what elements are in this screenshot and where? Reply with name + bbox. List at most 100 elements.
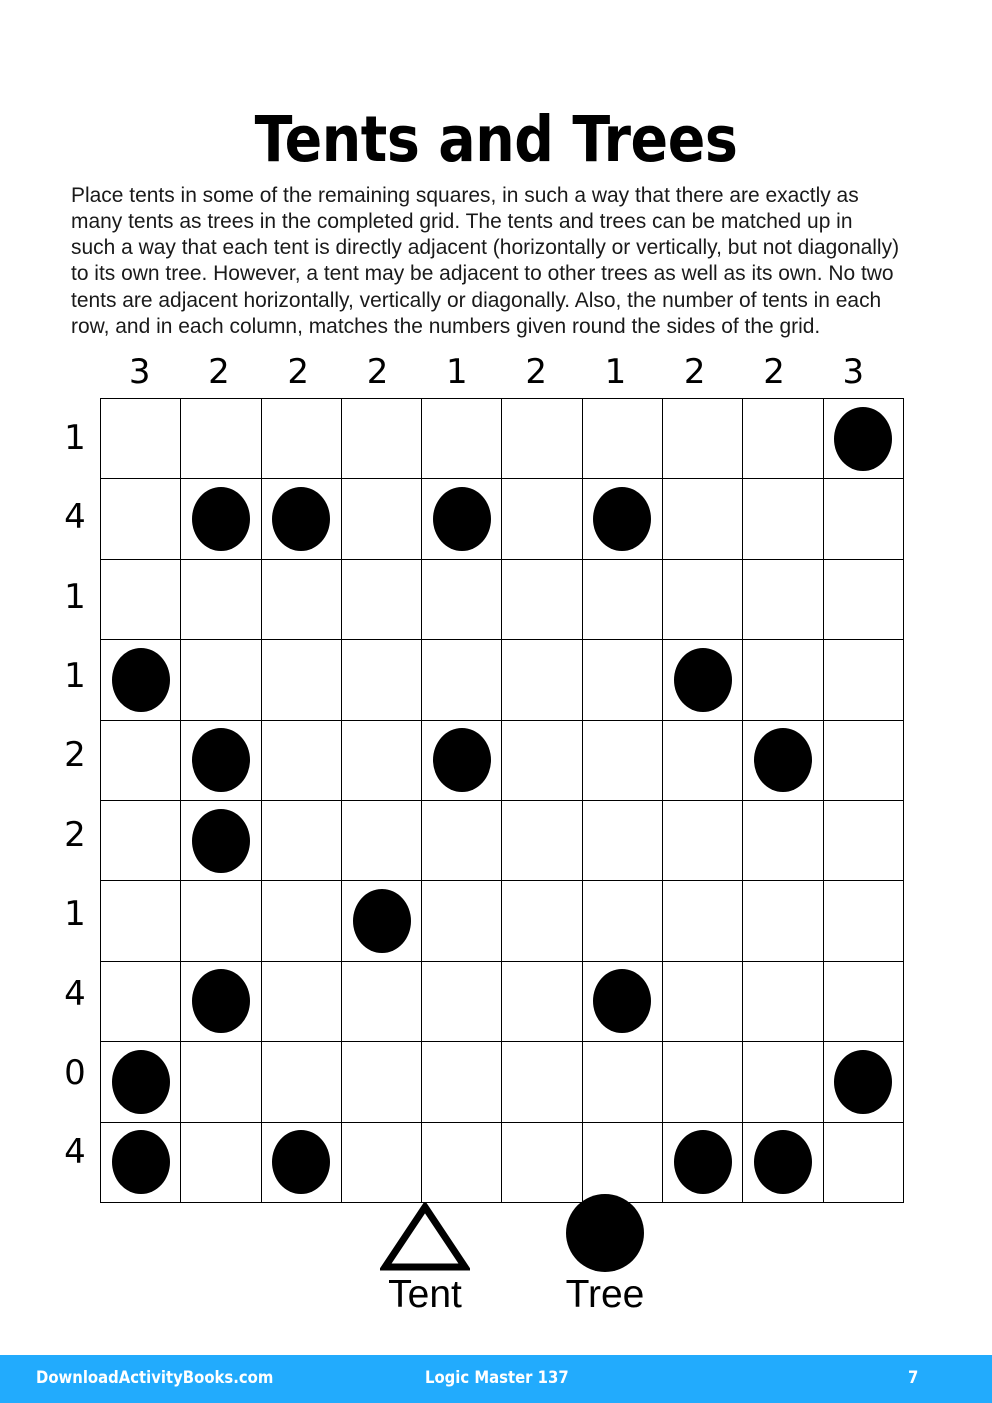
grid-cell-empty[interactable] xyxy=(581,799,664,882)
grid-cell-tree[interactable] xyxy=(742,719,824,801)
grid-cell-empty[interactable] xyxy=(822,799,904,882)
grid-cell-empty[interactable] xyxy=(340,719,423,801)
grid-cell-empty[interactable] xyxy=(340,639,423,721)
grid-cell-empty[interactable] xyxy=(340,558,423,641)
grid-cell-empty[interactable] xyxy=(260,558,342,641)
grid-cell-tree[interactable] xyxy=(180,478,262,560)
grid-cell-empty[interactable] xyxy=(99,799,182,882)
grid-cell-tree[interactable] xyxy=(662,1121,744,1203)
grid-cell-empty[interactable] xyxy=(581,639,664,721)
grid-cell-empty[interactable] xyxy=(501,1041,583,1123)
grid-cell-empty[interactable] xyxy=(99,478,182,560)
grid-cell-empty[interactable] xyxy=(662,799,744,882)
grid-cell-empty[interactable] xyxy=(99,397,182,480)
grid-cell-tree[interactable] xyxy=(260,478,342,560)
grid-cell-empty[interactable] xyxy=(742,960,824,1043)
grid-cell-tree[interactable] xyxy=(99,1041,182,1123)
grid-cell-empty[interactable] xyxy=(421,880,503,962)
grid-cell-empty[interactable] xyxy=(581,1041,664,1123)
grid-cell-empty[interactable] xyxy=(421,799,503,882)
grid-cell-empty[interactable] xyxy=(581,1121,664,1203)
grid-cell-empty[interactable] xyxy=(742,799,824,882)
grid-cell-empty[interactable] xyxy=(99,719,182,801)
grid-cell-empty[interactable] xyxy=(180,1121,262,1203)
grid-cell-empty[interactable] xyxy=(662,960,744,1043)
grid-cell-empty[interactable] xyxy=(340,397,423,480)
grid-cell-empty[interactable] xyxy=(180,558,262,641)
grid-cell-tree[interactable] xyxy=(99,639,182,721)
grid-cell-empty[interactable] xyxy=(822,478,904,560)
grid-cell-empty[interactable] xyxy=(180,397,262,480)
footer-site-name[interactable]: DownloadActivityBooks.com xyxy=(36,1367,273,1389)
grid-cell-tree[interactable] xyxy=(340,880,423,962)
grid-cell-tree[interactable] xyxy=(581,478,664,560)
grid-cell-empty[interactable] xyxy=(822,880,904,962)
grid-cell-empty[interactable] xyxy=(662,478,744,560)
grid-cell-tree[interactable] xyxy=(581,960,664,1043)
grid-cell-empty[interactable] xyxy=(501,799,583,882)
grid-cell-empty[interactable] xyxy=(421,1041,503,1123)
grid-cell-empty[interactable] xyxy=(260,397,342,480)
grid-cell-tree[interactable] xyxy=(421,478,503,560)
grid-cell-empty[interactable] xyxy=(501,880,583,962)
grid-cell-tree[interactable] xyxy=(421,719,503,801)
grid-cell-empty[interactable] xyxy=(581,397,664,480)
grid-cell-tree[interactable] xyxy=(822,1041,904,1123)
grid-cell-empty[interactable] xyxy=(742,880,824,962)
grid-cell-empty[interactable] xyxy=(421,960,503,1043)
grid-cell-tree[interactable] xyxy=(662,639,744,721)
grid-cell-tree[interactable] xyxy=(99,1121,182,1203)
grid-cell-empty[interactable] xyxy=(822,1121,904,1203)
grid-cell-empty[interactable] xyxy=(501,478,583,560)
grid-cell-tree[interactable] xyxy=(180,960,262,1043)
grid-cell-empty[interactable] xyxy=(421,397,503,480)
grid-cell-empty[interactable] xyxy=(340,1041,423,1123)
grid-cell-empty[interactable] xyxy=(501,558,583,641)
grid-cell-empty[interactable] xyxy=(822,639,904,721)
grid-cell-empty[interactable] xyxy=(662,1041,744,1123)
grid-cell-empty[interactable] xyxy=(99,880,182,962)
grid-cell-empty[interactable] xyxy=(421,1121,503,1203)
grid-cell-empty[interactable] xyxy=(260,719,342,801)
grid-cell-empty[interactable] xyxy=(260,639,342,721)
grid-cell-tree[interactable] xyxy=(742,1121,824,1203)
grid-cell-empty[interactable] xyxy=(662,558,744,641)
grid-cell-empty[interactable] xyxy=(822,558,904,641)
grid-cell-empty[interactable] xyxy=(501,960,583,1043)
grid-cell-empty[interactable] xyxy=(99,558,182,641)
grid-cell-empty[interactable] xyxy=(501,397,583,480)
grid-cell-empty[interactable] xyxy=(260,880,342,962)
grid-cell-empty[interactable] xyxy=(180,1041,262,1123)
grid-cell-empty[interactable] xyxy=(340,960,423,1043)
grid-cell-empty[interactable] xyxy=(340,799,423,882)
grid-cell-empty[interactable] xyxy=(340,1121,423,1203)
grid-cell-empty[interactable] xyxy=(742,639,824,721)
grid-cell-empty[interactable] xyxy=(180,880,262,962)
grid-cell-empty[interactable] xyxy=(260,799,342,882)
grid-cell-empty[interactable] xyxy=(421,558,503,641)
grid-cell-empty[interactable] xyxy=(501,1121,583,1203)
grid-cell-empty[interactable] xyxy=(581,880,664,962)
grid-cell-empty[interactable] xyxy=(822,960,904,1043)
grid-cell-tree[interactable] xyxy=(180,799,262,882)
grid-cell-empty[interactable] xyxy=(180,639,262,721)
grid-cell-empty[interactable] xyxy=(421,639,503,721)
grid-cell-empty[interactable] xyxy=(742,558,824,641)
puzzle-grid[interactable] xyxy=(99,397,904,1203)
grid-cell-empty[interactable] xyxy=(742,478,824,560)
grid-cell-empty[interactable] xyxy=(742,397,824,480)
grid-cell-empty[interactable] xyxy=(581,558,664,641)
grid-cell-empty[interactable] xyxy=(662,719,744,801)
grid-cell-empty[interactable] xyxy=(260,960,342,1043)
grid-cell-tree[interactable] xyxy=(822,397,904,480)
grid-cell-empty[interactable] xyxy=(340,478,423,560)
grid-cell-empty[interactable] xyxy=(822,719,904,801)
grid-cell-empty[interactable] xyxy=(662,397,744,480)
grid-cell-empty[interactable] xyxy=(581,719,664,801)
grid-cell-empty[interactable] xyxy=(742,1041,824,1123)
grid-cell-empty[interactable] xyxy=(501,719,583,801)
grid-cell-tree[interactable] xyxy=(260,1121,342,1203)
grid-cell-empty[interactable] xyxy=(662,880,744,962)
grid-cell-empty[interactable] xyxy=(260,1041,342,1123)
grid-cell-tree[interactable] xyxy=(180,719,262,801)
